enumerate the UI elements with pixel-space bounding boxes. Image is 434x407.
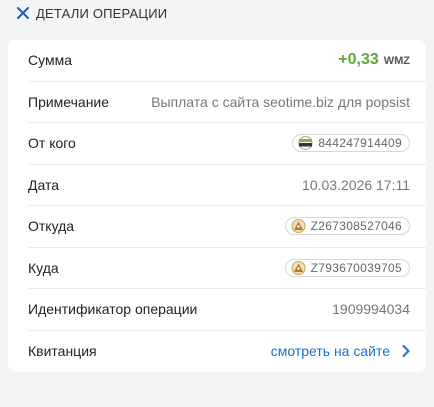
note-row: Примечание Выплата с сайта seotime.biz д…	[28, 82, 426, 123]
operation-id-value: 1909994034	[332, 301, 410, 318]
from-wallet-pill[interactable]: 844247914409	[292, 134, 410, 153]
dest-wallet-id: Z793670039705	[310, 260, 402, 275]
header: ДЕТАЛИ ОПЕРАЦИИ	[0, 0, 434, 26]
operation-id-label: Идентификатор операции	[28, 301, 198, 318]
close-icon[interactable]	[16, 6, 30, 20]
date-row: Дата 10.03.2026 17:11	[28, 165, 426, 206]
amount-row: Сумма +0,33 WMZ	[28, 40, 426, 82]
seo-time-logo-icon	[298, 136, 313, 151]
wallet-pyramid-icon	[291, 260, 306, 275]
chevron-right-icon	[402, 345, 410, 358]
operation-id-row: Идентификатор операции 1909994034	[28, 289, 426, 331]
source-row: Откуда Z267308527046	[28, 206, 426, 248]
amount-label: Сумма	[28, 52, 72, 69]
page-title: ДЕТАЛИ ОПЕРАЦИИ	[36, 5, 168, 21]
dest-row: Куда Z793670039705	[28, 248, 426, 289]
view-on-site-label: смотреть на сайте	[270, 343, 390, 360]
from-label: От кого	[28, 135, 76, 152]
receipt-label: Квитанция	[28, 343, 97, 360]
note-label: Примечание	[28, 93, 110, 110]
date-value: 10.03.2026 17:11	[302, 176, 410, 193]
source-label: Откуда	[28, 218, 75, 235]
amount-currency: WMZ	[383, 55, 410, 68]
from-wallet-id: 844247914409	[318, 136, 402, 151]
view-on-site-link[interactable]: смотреть на сайте	[271, 343, 410, 359]
date-label: Дата	[28, 176, 60, 193]
amount-number: +0,33	[338, 51, 379, 69]
from-row: От кого 844247914409	[28, 123, 426, 165]
receipt-row[interactable]: Квитанция смотреть на сайте	[28, 331, 426, 373]
note-value: Выплата с сайта seotime.biz для popsist	[151, 93, 410, 110]
dest-label: Куда	[28, 259, 59, 276]
source-wallet-pill[interactable]: Z267308527046	[284, 217, 410, 236]
operation-details-card: Сумма +0,33 WMZ Примечание Выплата с сай…	[8, 40, 426, 372]
amount-value: +0,33 WMZ	[338, 51, 410, 69]
source-wallet-id: Z267308527046	[310, 219, 402, 234]
dest-wallet-pill[interactable]: Z793670039705	[284, 258, 410, 277]
wallet-pyramid-icon	[291, 219, 306, 234]
